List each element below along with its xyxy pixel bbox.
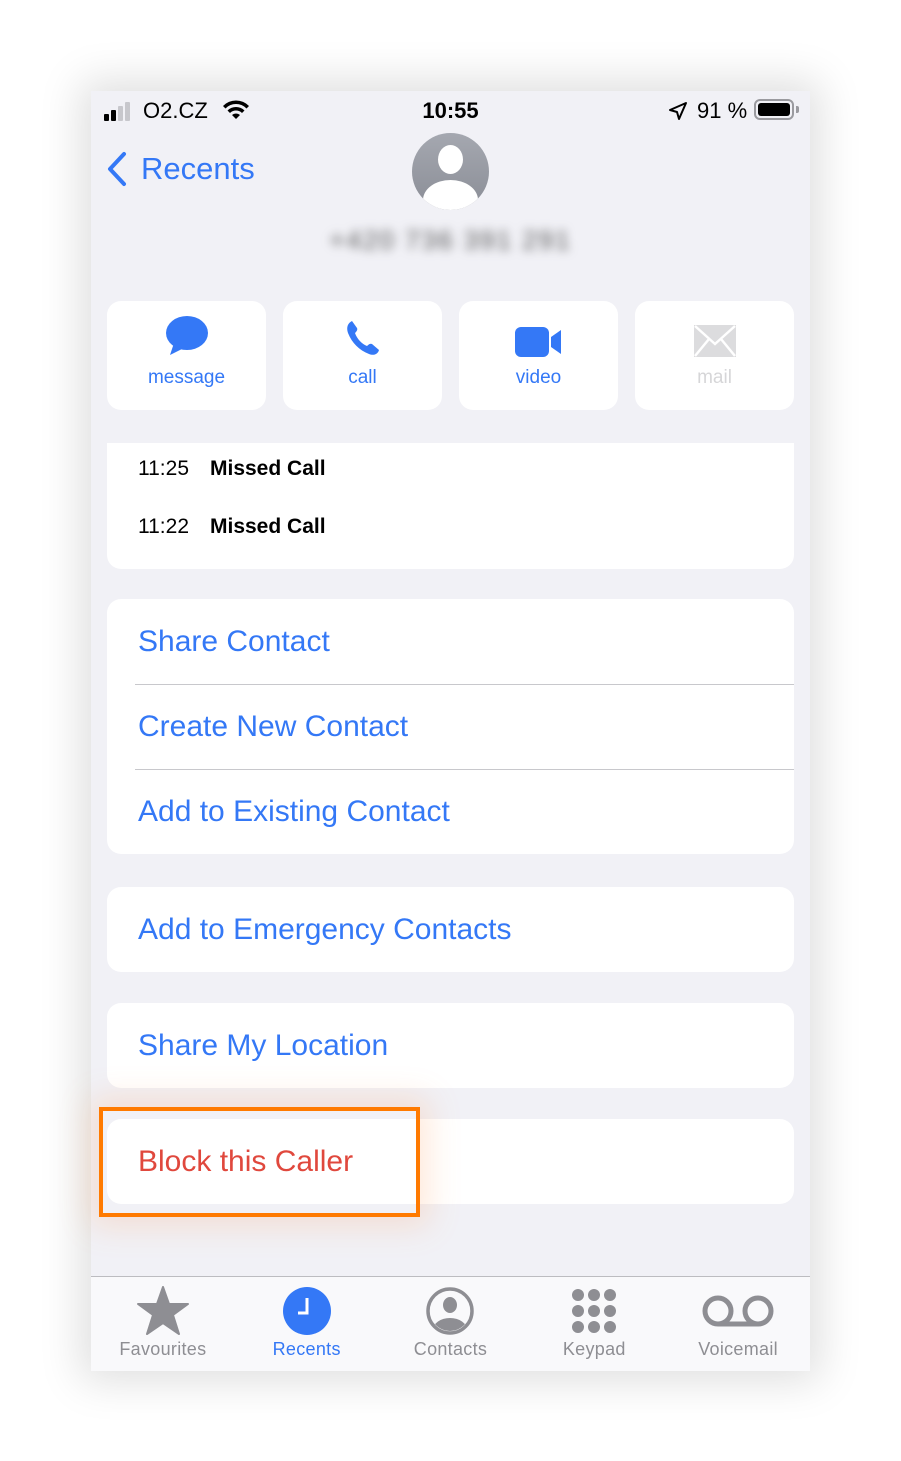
tab-label: Keypad bbox=[562, 1339, 626, 1359]
tab-label: Recents bbox=[272, 1339, 341, 1359]
call-time: 11:22 bbox=[138, 515, 189, 538]
add-to-existing-contact-button[interactable]: Add to Existing Contact bbox=[107, 769, 794, 854]
share-my-location-button[interactable]: Share My Location bbox=[107, 1003, 794, 1088]
block-card: Block this Caller bbox=[107, 1119, 794, 1204]
tab-label: Voicemail bbox=[698, 1339, 778, 1359]
battery-percent: 91 % bbox=[697, 98, 748, 123]
contact-avatar bbox=[412, 133, 489, 210]
phone-screen: O2.CZ 10:55 91 % Recents +420 736 391 29… bbox=[91, 91, 810, 1371]
create-new-contact-button[interactable]: Create New Contact bbox=[107, 684, 794, 769]
tab-contacts[interactable]: Contacts bbox=[379, 1277, 523, 1371]
video-button[interactable]: video bbox=[459, 301, 618, 410]
call-history-card: 11:25 Missed Call 11:22 Missed Call bbox=[107, 443, 794, 569]
battery-icon bbox=[754, 99, 794, 120]
tab-label: Contacts bbox=[413, 1339, 488, 1359]
tab-recents[interactable]: Recents bbox=[235, 1277, 379, 1371]
clock-icon bbox=[282, 1287, 331, 1335]
star-icon bbox=[136, 1286, 189, 1335]
action-buttons: message call video mail bbox=[107, 301, 794, 410]
emergency-card: Add to Emergency Contacts bbox=[107, 887, 794, 972]
tab-bar: Favourites Recents Contacts Keypad Voice… bbox=[91, 1276, 810, 1371]
add-to-emergency-contacts-button[interactable]: Add to Emergency Contacts bbox=[107, 887, 794, 972]
call-type: Missed Call bbox=[210, 457, 326, 480]
block-caller-button[interactable]: Block this Caller bbox=[107, 1119, 794, 1204]
contacts-icon bbox=[426, 1287, 475, 1335]
tab-label: Favourites bbox=[119, 1339, 207, 1359]
location-card: Share My Location bbox=[107, 1003, 794, 1088]
call-history-row: 11:25 Missed Call bbox=[138, 457, 326, 481]
back-label: Recents bbox=[141, 151, 255, 186]
mail-icon bbox=[693, 325, 736, 357]
location-arrow-icon bbox=[669, 102, 687, 120]
call-time: 11:25 bbox=[138, 457, 189, 480]
message-button[interactable]: message bbox=[107, 301, 266, 410]
status-bar: O2.CZ 10:55 91 % bbox=[91, 91, 810, 129]
message-icon bbox=[165, 316, 208, 355]
voicemail-icon bbox=[702, 1295, 774, 1327]
tab-favourites[interactable]: Favourites bbox=[91, 1277, 235, 1371]
battery-cap bbox=[796, 106, 799, 113]
contact-options-card: Share Contact Create New Contact Add to … bbox=[107, 599, 794, 854]
tab-voicemail[interactable]: Voicemail bbox=[666, 1277, 810, 1371]
tab-keypad[interactable]: Keypad bbox=[522, 1277, 666, 1371]
call-label: call bbox=[348, 367, 377, 388]
call-type: Missed Call bbox=[210, 515, 326, 538]
chevron-left-icon bbox=[108, 152, 126, 186]
phone-icon bbox=[346, 321, 379, 355]
back-button[interactable]: Recents bbox=[107, 151, 255, 187]
contact-number: +420 736 391 291 bbox=[329, 225, 572, 255]
message-label: message bbox=[147, 367, 226, 388]
call-button[interactable]: call bbox=[283, 301, 442, 410]
video-label: video bbox=[515, 367, 562, 388]
call-history-row: 11:22 Missed Call bbox=[138, 515, 326, 539]
video-icon bbox=[514, 327, 561, 357]
share-contact-button[interactable]: Share Contact bbox=[107, 599, 794, 684]
keypad-icon bbox=[572, 1289, 617, 1333]
mail-label: mail bbox=[697, 367, 732, 388]
mail-button[interactable]: mail bbox=[635, 301, 794, 410]
